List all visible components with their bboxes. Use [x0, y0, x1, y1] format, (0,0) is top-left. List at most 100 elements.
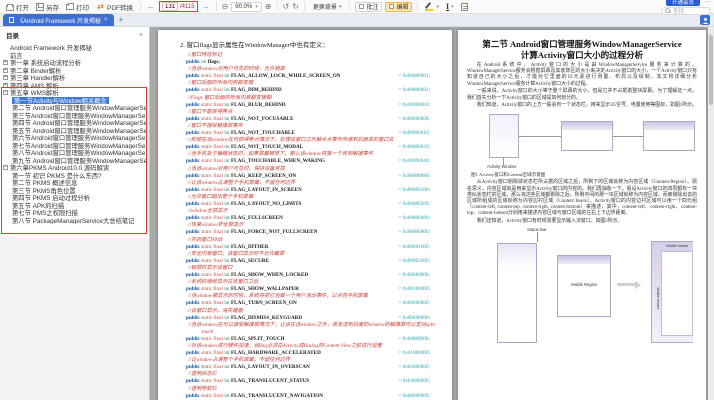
code-value: = 0x00000100; [398, 187, 444, 194]
expand-icon[interactable]: + [3, 75, 8, 80]
code-comment: //安全内容窗口，该窗口显示时不允许截屏 [186, 251, 444, 258]
page-number-group: /4115 [159, 1, 198, 12]
toolbar-separator [349, 2, 350, 11]
toolbar-separator [140, 2, 141, 11]
expand-icon[interactable]: + [3, 68, 8, 73]
pdf-page-left[interactable]: 2. 窗口flags显示属性在WindowManager中也有定义： //窗口特… [158, 30, 452, 400]
chevron-down-icon: ▾ [436, 4, 439, 10]
collapse-icon[interactable]: − [3, 165, 8, 170]
highlight-pen-button[interactable]: ▾ [423, 1, 441, 13]
code-comment: //窗口不能获得焦点 [186, 109, 444, 116]
outline-item[interactable]: +第四章 AMS 解析 [0, 82, 149, 90]
code-comment: //锁屏时显示该窗口 [186, 265, 444, 272]
code-line: public static final int FLAG_KEEP_SCREEN… [186, 173, 444, 180]
next-page-button[interactable]: → [201, 2, 211, 11]
print-button[interactable]: 打印 [64, 1, 91, 13]
outline-item[interactable]: −第五章 WMS解析 [0, 89, 149, 97]
outline-item[interactable]: +第三章 Handler解析 [0, 74, 149, 82]
more-icon[interactable]: ⋯ [704, 0, 711, 6]
toolbar-separator [417, 2, 418, 11]
leader-line [537, 232, 538, 242]
pdf-reader-app: 打开 另存 打印 ⇄ PDF转换 ← /4115 → ⊖ 90.0% ▾ ⊕ [0, 0, 714, 400]
user-icon [702, 17, 709, 24]
scrollbar-thumb[interactable] [709, 35, 713, 105]
outline-item[interactable]: +第二章 Binder解析 [0, 67, 149, 75]
login-avatar-button[interactable] [700, 15, 710, 25]
main-area: 目录 × Android Framework 开发揭秘前言+第一章 系统启动流程… [0, 27, 714, 400]
sidebar-title: 目录 [6, 30, 19, 40]
code-line: public static final int FLAG_DISMISS_KEY… [186, 315, 444, 322]
code-value: = 0x04000000; [398, 378, 444, 385]
note-tool-button[interactable] [459, 1, 470, 13]
outline-item[interactable]: 第一节Activity与Window相关概念 [0, 97, 149, 105]
outline-item[interactable]: 第四节 Android窗口管理服务WindowManagerSe [0, 119, 149, 127]
vertical-scrollbar[interactable] [708, 27, 714, 400]
outline-item[interactable]: 第五节 APK的扫描 [0, 202, 149, 210]
code-value: = 0x00000002; [398, 87, 444, 94]
paragraph: 我们还知道，Activity窗口有时候需要显示输入法窗口，如图2所示。 [467, 219, 697, 225]
figure-1-caption: 图1 Activity窗口和Content区域示意图 [471, 172, 697, 178]
outline-item[interactable]: 第三节 PKMS角色位置 [0, 187, 149, 195]
code-value: = 0x00400000; [398, 315, 444, 322]
outline-item-label: 第二节 PKMS 概述信息 [12, 179, 77, 187]
outline-item-label: 第八节 PackageManagerService大总结笔记 [12, 217, 134, 225]
outline-item[interactable]: 第三节Android窗口管理服务WindowManagerSe [0, 112, 149, 120]
outline-item[interactable]: 第一节 初识 PKMS 是什么东西? [0, 172, 149, 180]
expand-icon[interactable]: + [3, 83, 8, 88]
change-background-button[interactable]: 更换背景 ▾ [310, 2, 345, 12]
document-tab[interactable]: 《Android Framework 开发揭秘 × [3, 14, 114, 26]
open-button[interactable]: 打开 [4, 1, 31, 13]
page-number-input[interactable] [162, 2, 178, 11]
connector-line [613, 136, 643, 137]
edit-mode-button[interactable]: 编辑 [385, 2, 412, 12]
section-title-line2: 计算Activity窗口大小的过程分析 [467, 50, 697, 61]
save-as-button[interactable]: 另存 [34, 1, 61, 13]
outline-item-label: 第四章 AMS 解析 [10, 82, 59, 90]
outline-item[interactable]: 第二节 PKMS 概述信息 [0, 179, 149, 187]
outline-item[interactable]: 前言 [0, 52, 149, 60]
outline-item[interactable]: Android Framework 开发揭秘 [0, 44, 149, 52]
outline-item[interactable]: 第七节 PMS之权限扫描 [0, 209, 149, 217]
code-line: public static final int FLAG_FORCE_NOT_F… [186, 229, 444, 236]
code-value: = 0x00002000; [398, 258, 444, 265]
annotate-mode-button[interactable]: 批注 [355, 2, 382, 12]
outline-item[interactable]: 第五节 Android窗口管理服务WindowManagerSe [0, 127, 149, 135]
pdf-page-right[interactable]: 第二节 Android窗口管理服务WindowManagerService 计算… [458, 30, 706, 400]
outline-item[interactable]: +第一章 系统启动流程分析 [0, 59, 149, 67]
outline-item[interactable]: 第八节Android窗口管理服务WindowManagerSe [0, 149, 149, 157]
outline-item[interactable]: 第七节Android窗口管理服务WindowManagerSe [0, 142, 149, 150]
zoom-level-select[interactable]: 90.0% ▾ [231, 2, 262, 12]
outline-item-label: Android Framework 开发揭秘 [10, 44, 92, 52]
sidebar-close-icon[interactable]: × [139, 32, 143, 39]
outline-item[interactable]: 第八节 PackageManagerService大总结笔记 [0, 217, 149, 225]
code-value: = 0x00200000; [398, 300, 444, 307]
expand-icon[interactable]: + [3, 60, 8, 65]
outline-item[interactable]: 第九节 Android窗口管理服务WindowManagerSe [0, 157, 149, 165]
outline-item[interactable]: 第六节Android窗口管理服务WindowManagerSe [0, 134, 149, 142]
zoom-in-icon[interactable]: ⊕ [265, 2, 272, 11]
edit-icon [389, 4, 394, 9]
outline-item-label: 第四节 Android窗口管理服务WindowManagerSe [12, 119, 147, 127]
rotate-right-icon[interactable]: ↻ [292, 2, 299, 11]
zoom-out-icon[interactable]: ⊖ [222, 2, 229, 11]
toolbar: 打开 另存 打印 ⇄ PDF转换 ← /4115 → ⊖ 90.0% ▾ ⊕ [0, 0, 714, 14]
prev-page-button[interactable]: ← [146, 2, 156, 11]
rotate-left-icon[interactable]: ↺ [283, 2, 290, 11]
toolbar-right-cluster: 开通会员 ⋯ 查找 [661, 0, 711, 15]
paragraph: 在Android系统中，Activity窗口的大小是由WindowManager… [467, 63, 697, 88]
search-input[interactable]: 查找 [661, 7, 711, 15]
code-value: = 0x00001000; [398, 244, 444, 251]
outline-item[interactable]: 第四节 PKMS 启动过程分析 [0, 194, 149, 202]
member-button[interactable]: 开通会员 [666, 0, 700, 6]
code-line: public static final int FLAG_DIM_BEHIND=… [186, 87, 444, 94]
code-line: public static final int FLAG_TRANSLUCENT… [186, 378, 444, 385]
outline-item[interactable]: −第六章PKMS Android10.0 源码解读 [0, 164, 149, 172]
collapse-icon[interactable]: − [3, 90, 8, 95]
outline-item-label: 第五章 WMS解析 [10, 89, 59, 97]
text-tool-button[interactable]: I ▾ [444, 1, 456, 13]
new-tab-button[interactable]: + [119, 16, 124, 24]
tab-close-icon[interactable]: × [104, 17, 108, 23]
outline-item[interactable]: 第二节 Android窗口管理服务WindowManagerSe [0, 104, 149, 112]
code-comment: //当该window对用户可见时，保持设备常亮 [186, 166, 444, 173]
pdf-convert-button[interactable]: ⇄ PDF转换 [94, 1, 135, 13]
